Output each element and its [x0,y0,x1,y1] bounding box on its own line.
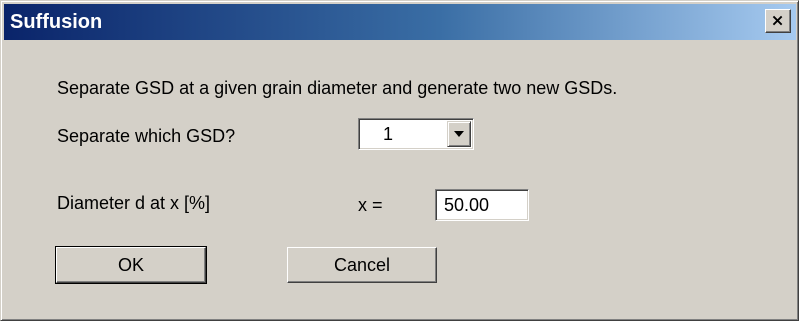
suffusion-dialog: Suffusion Separate GSD at a given grain … [0,0,799,321]
title-bar[interactable]: Suffusion [4,4,796,40]
chevron-down-icon [454,131,464,137]
description-text: Separate GSD at a given grain diameter a… [57,78,618,98]
gsd-select[interactable]: 1 [358,118,474,150]
diameter-label: Diameter d at x [%] [57,193,211,213]
gsd-select-value: 1 [383,124,394,144]
x-value-field[interactable]: 50.00 [435,189,529,221]
close-button[interactable] [765,9,791,33]
window-title: Suffusion [10,11,103,33]
cancel-button[interactable]: Cancel [287,247,437,283]
ok-button[interactable]: OK [55,246,207,284]
x-equals-label: x = [358,195,383,215]
close-icon [772,15,783,26]
gsd-select-dropdown-button[interactable] [447,121,471,147]
gsd-select-label: Separate which GSD? [57,126,236,146]
